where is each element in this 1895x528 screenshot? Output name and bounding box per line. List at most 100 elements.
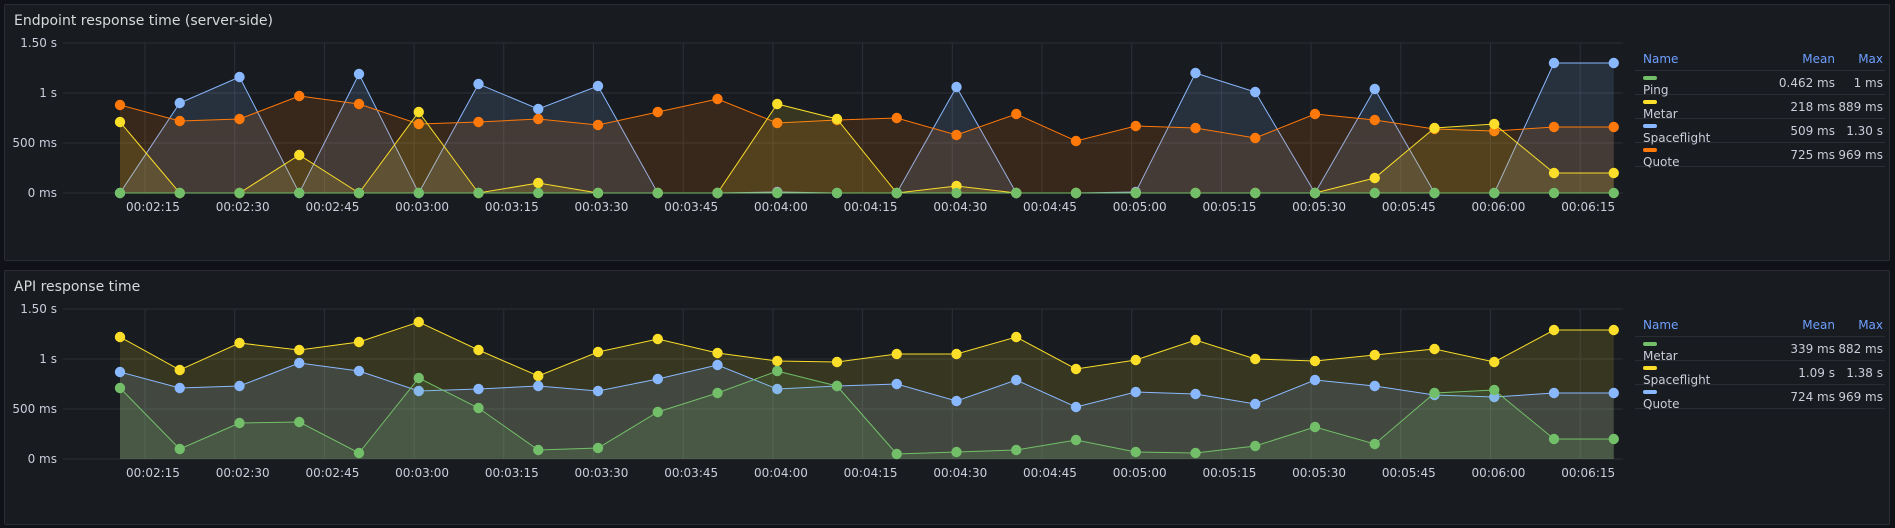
series-color-swatch[interactable] xyxy=(1643,147,1657,152)
data-point-metar xyxy=(533,177,544,189)
legend-series-name: Quote xyxy=(1643,154,1680,169)
data-point-ping xyxy=(1429,187,1440,199)
y-tick-label: 500 ms xyxy=(12,136,57,150)
legend-row-quote[interactable]: Quote 725 ms 969 ms xyxy=(1635,143,1885,169)
legend-header-mean[interactable]: Mean xyxy=(1765,52,1835,66)
data-point-ping xyxy=(1190,187,1201,199)
legend-header-max[interactable]: Max xyxy=(1835,52,1885,66)
legend-row-metar[interactable]: Metar 218 ms 889 ms xyxy=(1635,95,1885,121)
data-point-metar xyxy=(1608,433,1619,445)
data-point-spaceflight xyxy=(1011,331,1022,343)
data-point-metar xyxy=(592,442,604,454)
data-point-spaceflight xyxy=(1250,86,1261,98)
x-tick-label: 00:03:15 xyxy=(485,200,539,214)
data-point-quote xyxy=(234,380,245,392)
data-point-spaceflight xyxy=(1548,57,1560,69)
data-point-quote xyxy=(353,365,365,377)
data-point-ping xyxy=(174,187,185,199)
panel-endpoint-response-time: Endpoint response time (server-side) 0 m… xyxy=(4,4,1890,261)
x-tick-label: 00:02:15 xyxy=(126,466,180,480)
data-point-ping xyxy=(533,187,544,199)
legend-header-name[interactable]: Name xyxy=(1635,318,1765,332)
data-point-ping xyxy=(772,187,783,199)
data-point-spaceflight xyxy=(712,347,723,359)
x-tick-label: 00:05:00 xyxy=(1113,200,1167,214)
legend-max-value: 1.30 s xyxy=(1846,123,1883,138)
data-point-metar xyxy=(1429,387,1440,399)
data-point-quote xyxy=(1190,388,1201,400)
data-point-quote xyxy=(1309,108,1321,120)
x-tick-label: 00:02:30 xyxy=(216,200,270,214)
x-tick-label: 00:03:30 xyxy=(575,466,629,480)
x-tick-label: 00:04:15 xyxy=(844,200,898,214)
data-point-metar xyxy=(772,98,783,110)
x-tick-label: 00:02:45 xyxy=(305,200,359,214)
y-tick-label: 500 ms xyxy=(12,402,57,416)
data-point-ping xyxy=(1548,187,1560,199)
data-point-spaceflight xyxy=(533,103,544,115)
data-point-spaceflight xyxy=(1429,343,1440,355)
data-point-quote xyxy=(1548,387,1560,399)
legend-header: Name Mean Max xyxy=(1635,47,1885,71)
legend: Name Mean Max Ping 0.462 ms 1 ms Metar 2… xyxy=(1635,47,1885,169)
data-point-quote xyxy=(1190,122,1201,134)
x-tick-label: 00:04:00 xyxy=(754,466,808,480)
data-point-metar xyxy=(413,106,424,118)
legend-row-ping[interactable]: Ping 0.462 ms 1 ms xyxy=(1635,71,1885,97)
legend-row-spaceflight[interactable]: Spaceflight 1.09 s 1.38 s xyxy=(1635,361,1885,387)
data-point-spaceflight xyxy=(533,370,544,382)
data-point-spaceflight xyxy=(1608,324,1619,336)
data-point-ping xyxy=(1608,187,1619,199)
data-point-metar xyxy=(1489,384,1500,396)
x-tick-label: 00:05:30 xyxy=(1292,466,1346,480)
data-point-spaceflight xyxy=(473,78,484,90)
legend-row-metar[interactable]: Metar 339 ms 882 ms xyxy=(1635,337,1885,363)
data-point-quote xyxy=(533,113,544,125)
x-tick-label: 00:06:00 xyxy=(1472,200,1526,214)
data-point-quote xyxy=(114,366,126,378)
x-tick-label: 00:03:45 xyxy=(664,466,718,480)
legend-max-value: 882 ms xyxy=(1838,341,1883,356)
data-point-spaceflight xyxy=(473,344,484,356)
legend-header-mean[interactable]: Mean xyxy=(1765,318,1835,332)
data-point-quote xyxy=(234,113,245,125)
x-tick-label: 00:03:30 xyxy=(575,200,629,214)
data-point-quote xyxy=(294,357,305,369)
series-color-swatch[interactable] xyxy=(1643,99,1657,104)
data-point-metar xyxy=(1309,421,1321,433)
data-point-quote xyxy=(473,116,484,128)
data-point-metar xyxy=(1489,118,1500,130)
series-color-swatch[interactable] xyxy=(1643,123,1657,128)
legend-header-name[interactable]: Name xyxy=(1635,52,1765,66)
series-color-swatch[interactable] xyxy=(1643,389,1657,394)
legend-max-value: 889 ms xyxy=(1838,99,1883,114)
data-point-quote xyxy=(174,382,185,394)
data-point-spaceflight xyxy=(1190,334,1201,346)
data-point-spaceflight xyxy=(1369,349,1380,361)
x-tick-label: 00:04:30 xyxy=(933,466,987,480)
legend-mean-value: 509 ms xyxy=(1790,123,1835,138)
data-point-quote xyxy=(1369,380,1380,392)
data-point-spaceflight xyxy=(1190,67,1201,79)
x-tick-label: 00:05:45 xyxy=(1382,466,1436,480)
legend-header-max[interactable]: Max xyxy=(1835,318,1885,332)
series-color-swatch[interactable] xyxy=(1643,365,1657,370)
legend-mean-value: 725 ms xyxy=(1790,147,1835,162)
legend-mean-value: 339 ms xyxy=(1790,341,1835,356)
y-tick-label: 1.50 s xyxy=(20,36,57,50)
data-point-spaceflight xyxy=(413,316,424,328)
series-color-swatch[interactable] xyxy=(1643,341,1657,346)
data-point-quote xyxy=(1608,387,1619,399)
data-point-ping xyxy=(473,187,484,199)
x-tick-label: 00:04:15 xyxy=(844,466,898,480)
data-point-metar xyxy=(1548,433,1560,445)
data-point-metar xyxy=(1369,438,1380,450)
data-point-ping xyxy=(891,187,902,199)
legend-row-spaceflight[interactable]: Spaceflight 509 ms 1.30 s xyxy=(1635,119,1885,145)
data-point-quote xyxy=(951,129,962,141)
data-point-spaceflight xyxy=(1070,363,1082,375)
series-color-swatch[interactable] xyxy=(1643,75,1657,80)
data-point-quote xyxy=(1250,132,1261,144)
legend-row-quote[interactable]: Quote 724 ms 969 ms xyxy=(1635,385,1885,411)
chart-endpoint-response-time: 0 ms 500 ms 1 s 1.50 s 00:02:15 00:02:30 00:02… xyxy=(12,36,1623,214)
